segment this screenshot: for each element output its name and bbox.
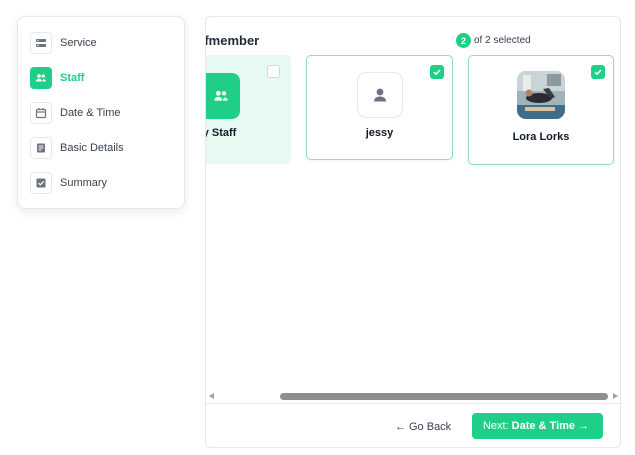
- profile-photo: [517, 71, 565, 119]
- calendar-icon: [30, 102, 52, 124]
- horizontal-scrollbar-thumb[interactable]: [280, 393, 608, 400]
- staff-group-icon: [30, 67, 52, 89]
- selected-count-text: of 2 selected: [474, 35, 531, 46]
- step-label: Staff: [60, 72, 85, 84]
- unchecked-checkbox[interactable]: [267, 65, 280, 78]
- staff-card-any[interactable]: ny Staff: [206, 55, 291, 164]
- staff-name: ny Staff: [206, 127, 237, 139]
- next-button[interactable]: Next: Date & Time →: [472, 413, 603, 439]
- scroll-right-arrow-icon[interactable]: [613, 393, 618, 399]
- panel-title: ffmember: [205, 33, 260, 48]
- checked-checkbox[interactable]: [430, 65, 444, 79]
- staff-card-jessy[interactable]: jessy: [306, 55, 453, 160]
- step-label: Summary: [60, 177, 108, 189]
- step-basic-details[interactable]: Basic Details: [30, 137, 124, 159]
- document-icon: [30, 137, 52, 159]
- user-icon: [357, 72, 403, 118]
- step-label: Date & Time: [60, 107, 121, 119]
- checkbox-icon: [30, 172, 52, 194]
- checked-checkbox[interactable]: [591, 65, 605, 79]
- step-date-time[interactable]: Date & Time: [30, 102, 121, 124]
- staff-selection-panel: ffmember 2 of 2 selected ny Staff jessy: [205, 16, 621, 448]
- step-summary[interactable]: Summary: [30, 172, 107, 194]
- steps-sidebar: Service Staff Date & Time Basic Details …: [17, 16, 185, 209]
- staff-card-lora-lorks[interactable]: Lora Lorks: [468, 55, 614, 165]
- arrow-left-icon: ←: [395, 421, 406, 433]
- staff-name: jessy: [365, 127, 394, 139]
- service-icon: [30, 32, 52, 54]
- arrow-right-icon: →: [578, 420, 590, 432]
- selection-counter: 2 of 2 selected: [456, 33, 531, 48]
- next-step-label: Date & Time: [511, 420, 576, 432]
- go-back-label: Go Back: [409, 421, 452, 433]
- staff-group-icon: [206, 73, 240, 119]
- go-back-button[interactable]: ← Go Back: [392, 417, 451, 437]
- step-staff[interactable]: Staff: [30, 67, 84, 89]
- step-label: Basic Details: [60, 142, 124, 154]
- step-label: Service: [60, 37, 97, 49]
- next-prefix: Next:: [482, 420, 509, 432]
- step-service[interactable]: Service: [30, 32, 97, 54]
- footer-divider: [206, 403, 620, 404]
- staff-name: Lora Lorks: [512, 131, 570, 143]
- scroll-left-arrow-icon[interactable]: [209, 393, 214, 399]
- selected-count-badge: 2: [456, 33, 471, 48]
